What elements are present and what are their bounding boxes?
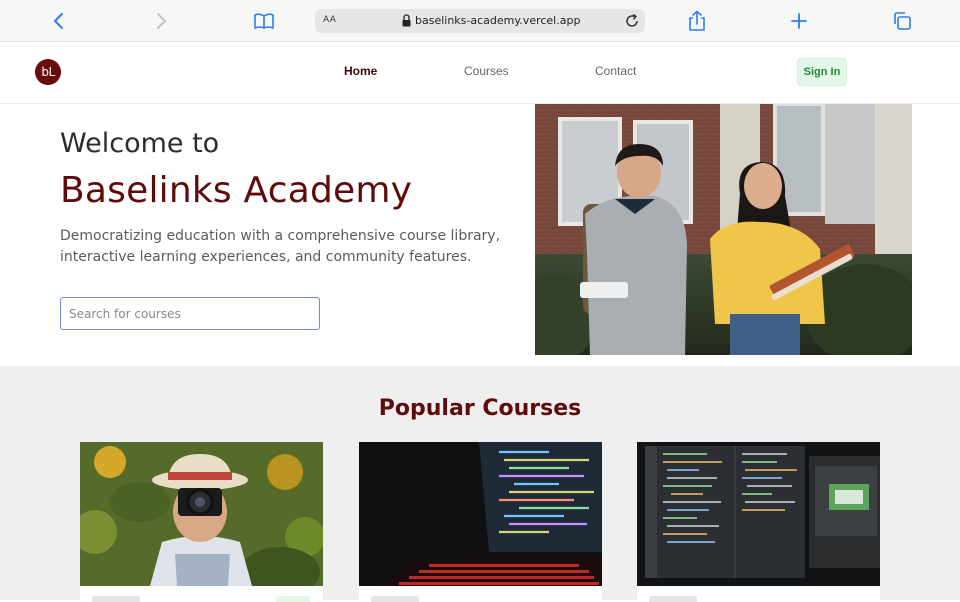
course-badge: [276, 596, 310, 602]
course-image-monitors-code: [637, 442, 880, 586]
reader-aa-button[interactable]: AA: [323, 15, 336, 25]
lock-icon: [402, 14, 411, 27]
course-search-input[interactable]: [60, 297, 320, 330]
course-tag: [649, 596, 697, 602]
bookmarks-icon[interactable]: [252, 9, 276, 33]
new-tab-icon[interactable]: [787, 9, 811, 33]
back-icon[interactable]: [47, 9, 71, 33]
nav-home[interactable]: Home: [344, 64, 377, 78]
course-image-laptop-code: [359, 442, 602, 586]
nav-contact[interactable]: Contact: [595, 64, 636, 78]
hero-section: Welcome to Baselinks Academy Democratizi…: [0, 104, 960, 366]
course-tag: [371, 596, 419, 602]
hero-image: [535, 104, 912, 355]
share-icon[interactable]: [685, 9, 709, 33]
course-card-2[interactable]: [359, 442, 602, 602]
hero-welcome: Welcome to: [60, 128, 220, 159]
brand-logo[interactable]: bL: [35, 59, 61, 85]
site-header: bL Home Courses Contact Sign In: [0, 42, 960, 104]
browser-toolbar: AA baselinks-academy.vercel.app: [0, 0, 960, 42]
forward-icon[interactable]: [149, 9, 173, 33]
reload-icon[interactable]: [623, 12, 641, 30]
course-tag: [92, 596, 140, 602]
popular-courses-section: Popular Courses: [0, 366, 960, 602]
course-card-3[interactable]: [637, 442, 880, 602]
course-image-photography: [80, 442, 323, 586]
address-bar[interactable]: AA baselinks-academy.vercel.app: [315, 9, 645, 33]
hero-title: Baselinks Academy: [60, 170, 413, 211]
url-text: baselinks-academy.vercel.app: [415, 14, 581, 27]
course-card-1[interactable]: [80, 442, 323, 602]
tabs-icon[interactable]: [890, 9, 914, 33]
nav-courses[interactable]: Courses: [464, 64, 509, 78]
hero-description: Democratizing education with a comprehen…: [60, 228, 501, 265]
sign-in-button[interactable]: Sign In: [797, 58, 847, 86]
popular-courses-title: Popular Courses: [378, 396, 582, 421]
